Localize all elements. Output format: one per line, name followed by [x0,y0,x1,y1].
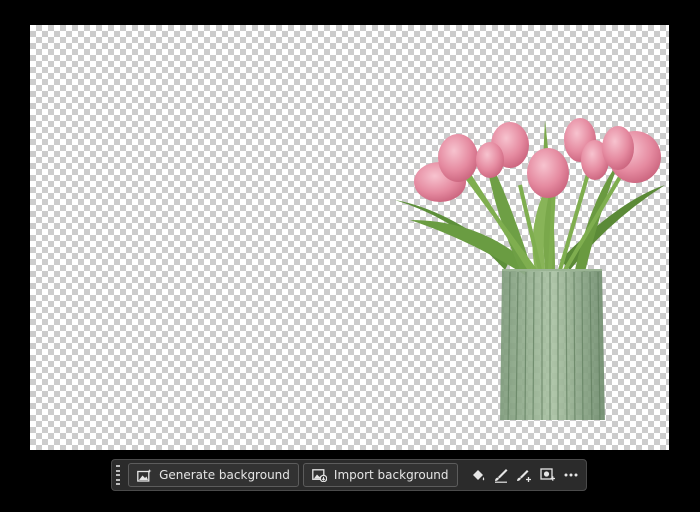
contextual-task-bar: Generate background Import background [111,459,587,491]
brush-tool-button[interactable] [490,463,513,487]
import-background-button[interactable]: Import background [302,463,458,487]
more-options-button[interactable] [559,463,582,487]
import-background-label: Import background [333,468,449,482]
import-image-icon [312,468,327,482]
generate-background-label: Generate background [159,468,290,482]
generate-image-icon [137,468,152,482]
brush-add-icon [517,469,532,482]
workspace: Generate background Import background [0,0,700,512]
generate-background-button[interactable]: Generate background [128,463,299,487]
mask-options-button[interactable] [536,463,559,487]
drag-handle[interactable] [116,465,121,485]
paint-bucket-icon [472,469,485,480]
more-icon [564,473,578,477]
add-to-mask-button[interactable] [513,463,536,487]
mask-icon [539,467,555,481]
fill-tool-button[interactable] [467,463,490,487]
brush-icon [495,468,508,483]
document-canvas[interactable] [30,25,669,450]
tulip-vase-image [395,118,665,420]
